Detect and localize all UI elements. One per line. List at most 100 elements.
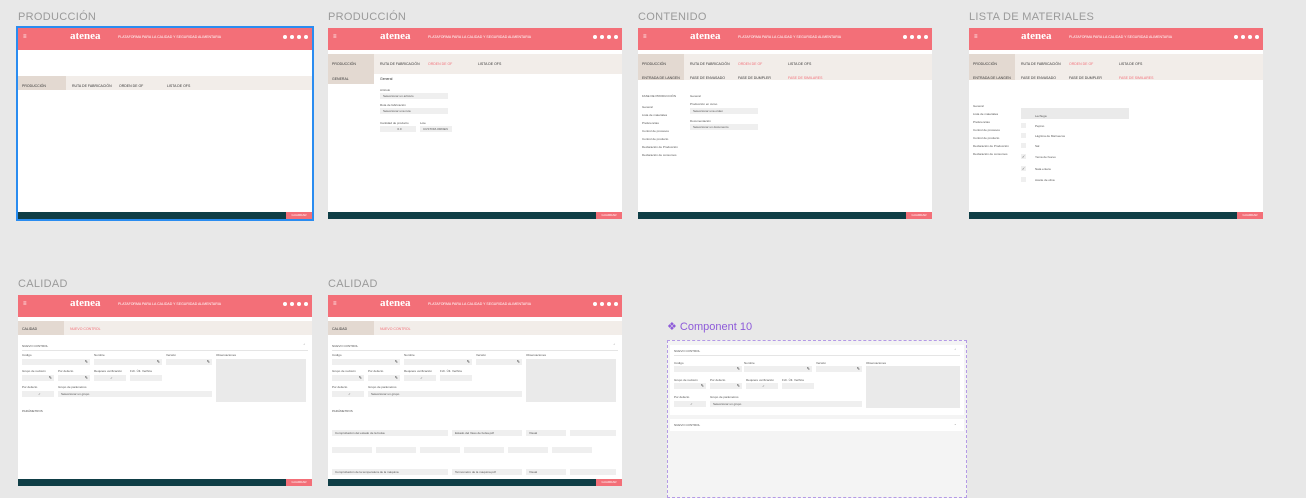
notification-icon[interactable] <box>297 35 301 39</box>
tab-ruta[interactable]: RUTA DE FABRICACIÓN <box>72 84 112 88</box>
subtab-similares[interactable]: FASE DE SIMILARES <box>788 76 822 80</box>
menu-lista[interactable]: Lista de materiales <box>642 113 667 117</box>
menu-declaracion-produccion[interactable]: Declaración de Producción <box>642 145 678 149</box>
notification-icon[interactable] <box>607 35 611 39</box>
param-1-extra[interactable] <box>570 430 616 436</box>
grupo-parametros-select[interactable]: Seleccionar un grupo <box>710 401 862 407</box>
subtab-dumpler[interactable]: FASE DE DUMPLER <box>738 76 771 80</box>
save-button[interactable]: GUARDAR <box>906 212 932 219</box>
lote-input[interactable]: CUSTOM-ORDEN <box>420 126 452 132</box>
frame-calidad-2[interactable]: ≡ atenea PLATAFORMA PARA LA CALIDAD Y SE… <box>328 295 622 486</box>
fch-verifica-input[interactable] <box>782 383 814 389</box>
menu-declaracion-consumos[interactable]: Declaración de consumos <box>973 152 1008 156</box>
tab-lista-ofs[interactable]: LISTA DE OFS <box>1119 62 1142 66</box>
help-icon[interactable] <box>903 35 907 39</box>
subtab-dumpler[interactable]: FASE DE DUMPLER <box>1069 76 1102 80</box>
nuevo-control-collapsed[interactable]: NUEVO CONTROL ⌄ <box>670 419 964 431</box>
param-1-row2-d[interactable] <box>464 447 504 453</box>
settings-icon[interactable] <box>1241 35 1245 39</box>
nombre-input[interactable]: ✎ <box>744 366 812 372</box>
tab-nuevo-control[interactable]: NUEVO CONTROL <box>70 327 101 331</box>
requiere-verificacion-check[interactable]: ✓ <box>94 375 126 381</box>
help-icon[interactable] <box>283 302 287 306</box>
por-defecto-input[interactable]: ✎ <box>368 375 400 381</box>
subtab-envasado[interactable]: FASE DE ENVASADO <box>690 76 725 80</box>
menu-general[interactable]: General <box>642 105 653 109</box>
tab-lista-ofs[interactable]: LISTA DE OFS <box>478 62 501 66</box>
grupo-revision-input[interactable]: ✎ <box>22 375 54 381</box>
help-icon[interactable] <box>283 35 287 39</box>
grupo-parametros-select[interactable]: Seleccionar un grupo <box>368 391 522 397</box>
produccion-curso-select[interactable]: Seleccionar una orden <box>690 108 758 114</box>
tab-lista-ofs[interactable]: LISTA DE OFS <box>788 62 811 66</box>
component-10[interactable]: NUEVO CONTROL ⌃ Código Nombre Versión Ob… <box>667 340 967 498</box>
frame-contenido[interactable]: ≡ atenea PLATAFORMA PARA LA CALIDAD Y SE… <box>638 28 932 219</box>
chevron-up-icon[interactable]: ⌃ <box>954 348 957 352</box>
param-1-doc[interactable]: Estado del Vaso de bolsa.pdf <box>452 430 522 436</box>
menu-lista[interactable]: Lista de materiales <box>973 112 998 116</box>
codigo-input[interactable]: ✎ <box>332 359 400 365</box>
nombre-input[interactable]: ✎ <box>404 359 472 365</box>
documentacion-select[interactable]: Seleccionar un documento <box>690 124 758 130</box>
hamburger-icon[interactable]: ≡ <box>23 301 27 307</box>
param-1-desc[interactable]: Comprobación del estado de la bolsa <box>332 430 448 436</box>
help-icon[interactable] <box>593 302 597 306</box>
checkbox-material-3[interactable] <box>1021 143 1026 148</box>
user-icon[interactable] <box>614 35 618 39</box>
subtab-general-2[interactable]: General <box>380 77 392 81</box>
save-button[interactable]: GUARDAR <box>286 479 312 486</box>
requiere-verificacion-check[interactable]: ✓ <box>404 375 436 381</box>
param-1-tipo[interactable]: Visual <box>526 430 566 436</box>
frame-lista-materiales[interactable]: ≡ atenea PLATAFORMA PARA LA CALIDAD Y SE… <box>969 28 1263 219</box>
fch-verifica-input[interactable] <box>130 375 162 381</box>
checkbox-material-6[interactable] <box>1021 177 1026 182</box>
hamburger-icon[interactable]: ≡ <box>23 34 27 40</box>
param-2-extra[interactable] <box>570 469 616 475</box>
subtab-envasado[interactable]: FASE DE ENVASADO <box>1021 76 1056 80</box>
tab-orden[interactable]: ORDEN DE OF <box>738 62 762 66</box>
por-defecto-check[interactable]: ✓ <box>674 401 706 407</box>
checkbox-material-4[interactable]: ✓ <box>1021 154 1026 159</box>
param-1-row2-f[interactable] <box>552 447 592 453</box>
tab-nuevo-control[interactable]: NUEVO CONTROL <box>380 327 411 331</box>
user-icon[interactable] <box>304 35 308 39</box>
save-button[interactable]: GUARDAR <box>1237 212 1263 219</box>
menu-control-producto[interactable]: Control de producto <box>642 137 668 141</box>
tab-produccion[interactable]: PRODUCCIÓN <box>642 62 666 66</box>
param-1-row2-b[interactable] <box>376 447 416 453</box>
chevron-down-icon[interactable]: ⌄ <box>954 422 957 426</box>
tab-calidad[interactable]: CALIDAD <box>22 327 37 331</box>
save-button[interactable]: GUARDAR <box>286 212 312 219</box>
cantidad-input[interactable]: 0.0 <box>380 126 416 132</box>
subtab-entrada[interactable]: ENTRADA DE LANGEN <box>642 76 680 80</box>
hamburger-icon[interactable]: ≡ <box>643 34 647 40</box>
menu-control-procesos[interactable]: Control de procesos <box>642 129 669 133</box>
settings-icon[interactable] <box>290 35 294 39</box>
codigo-input[interactable]: ✎ <box>674 366 742 372</box>
tab-calidad[interactable]: CALIDAD <box>332 327 347 331</box>
param-2-tipo[interactable]: Visual <box>526 469 566 475</box>
por-defecto-input[interactable]: ✎ <box>710 383 742 389</box>
checkbox-material-1[interactable] <box>1021 123 1026 128</box>
help-icon[interactable] <box>1234 35 1238 39</box>
menu-preferencias[interactable]: Preferencias <box>642 121 659 125</box>
checkbox-material-5[interactable]: ✓ <box>1021 166 1026 171</box>
user-icon[interactable] <box>614 302 618 306</box>
requiere-verificacion-check[interactable]: ✓ <box>746 383 778 389</box>
settings-icon[interactable] <box>600 302 604 306</box>
param-1-row2-e[interactable] <box>508 447 548 453</box>
tab-orden[interactable]: ORDEN DE OF <box>119 84 143 88</box>
notification-icon[interactable] <box>1248 35 1252 39</box>
fch-verifica-input[interactable] <box>440 375 472 381</box>
tab-produccion[interactable]: PRODUCCIÓN <box>22 84 46 88</box>
tab-ruta[interactable]: RUTA DE FABRICACIÓN <box>380 62 420 66</box>
tab-lista-ofs[interactable]: LISTA DE OFS <box>167 84 190 88</box>
chevron-up-icon[interactable]: ⌃ <box>303 343 306 347</box>
menu-declaracion-consumos[interactable]: Declaración de consumos <box>642 153 677 157</box>
settings-icon[interactable] <box>600 35 604 39</box>
hamburger-icon[interactable]: ≡ <box>333 301 337 307</box>
save-button[interactable]: GUARDAR <box>596 212 622 219</box>
frame-calidad-1[interactable]: ≡ atenea PLATAFORMA PARA LA CALIDAD Y SE… <box>18 295 312 486</box>
version-input[interactable]: ✎ <box>476 359 522 365</box>
por-defecto-check[interactable]: ✓ <box>22 391 54 397</box>
